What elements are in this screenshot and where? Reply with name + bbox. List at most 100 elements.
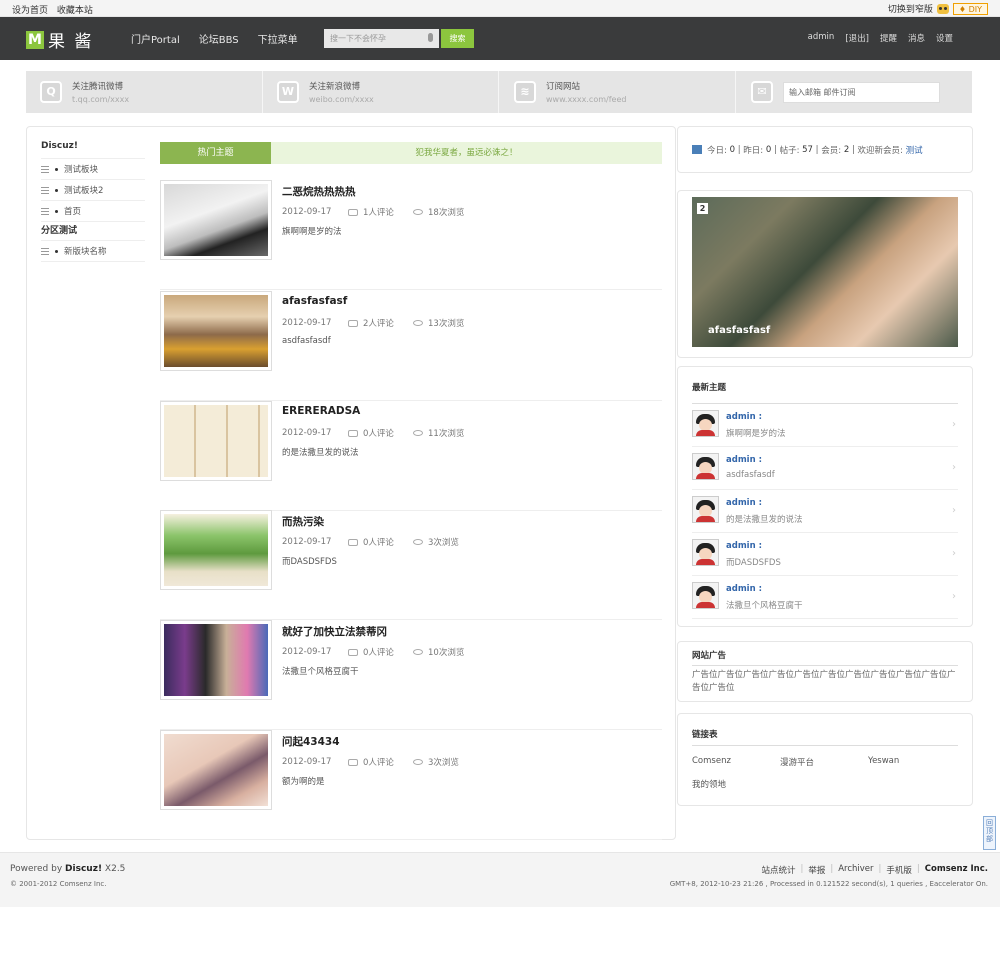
search-input[interactable]: 搜一下不会怀孕 [324,29,439,48]
post-thumbnail[interactable] [160,291,272,371]
footer-link-comsenz[interactable]: Comsenz Inc. [925,864,988,876]
post-title[interactable]: 问起43434 [282,734,340,749]
nav-bbs[interactable]: 论坛BBS [199,31,239,46]
list-item[interactable]: admin : 而DASDSFDS › [692,533,958,576]
latest-user[interactable]: admin : [726,584,762,594]
link-yeswan[interactable]: Yeswan [868,756,956,768]
sidebar-item-test-board-2[interactable]: 测试板块2 [41,180,145,201]
list-item[interactable]: admin : 旗啊啊是岁的法 › [692,404,958,447]
post-thumbnail[interactable] [160,510,272,590]
logout-link[interactable]: [退出] [845,32,869,44]
post-comments[interactable]: 0人评论 [363,427,394,439]
link-manyou[interactable]: 漫游平台 [780,756,868,768]
reminders-link[interactable]: 提醒 [880,32,897,44]
post-thumbnail[interactable] [160,620,272,700]
mail-icon: ✉ [751,81,773,103]
footer-link-archiver[interactable]: Archiver [838,864,873,876]
links-box: 链接表 Comsenz 漫游平台 Yeswan 我的领地 [677,713,973,806]
list-icon [41,207,49,215]
slide-number[interactable]: 2 [697,203,708,214]
chevron-right-icon: › [952,548,956,559]
diy-button[interactable]: ♦ DIY [952,2,988,15]
latest-text[interactable]: 的是法撒旦发的说法 [726,513,803,525]
sidebar-section-partition-test[interactable]: 分区测试 [41,222,145,241]
footer-link-report[interactable]: 举报 [808,864,825,876]
post-comments[interactable]: 0人评论 [363,756,394,768]
eye-icon [413,320,423,326]
post-views: 3次浏览 [428,538,459,548]
latest-user[interactable]: admin : [726,498,762,508]
post-comments[interactable]: 2人评论 [363,317,394,329]
divider [262,71,263,113]
email-subscribe-input[interactable]: 输入邮箱 邮件订阅 [783,81,940,103]
main-navbar: M 果 酱 门户Portal 论坛BBS 下拉菜单 搜一下不会怀孕 搜索 adm… [0,17,1000,60]
subscribe-feed[interactable]: ≋ 订阅网站 www.xxxx.com/feed [514,71,626,113]
sidebar-item-test-board[interactable]: 测试板块 [41,159,145,180]
settings-link[interactable]: 设置 [936,32,953,44]
post-thumbnail[interactable] [160,401,272,481]
hot-slogan: 犯我华夏者，虽远必诛之！ [415,148,518,158]
sidebar-item-home[interactable]: 首页 [41,201,145,222]
post-date: 2012-09-17 [282,647,332,657]
latest-text[interactable]: 旗啊啊是岁的法 [726,427,786,439]
post-title[interactable]: 二恶烷热热热热 [282,184,356,199]
footer-links: 站点统计 | 举报 | Archiver | 手机版 | Comsenz Inc. [761,864,988,876]
nav-portal[interactable]: 门户Portal [131,31,180,46]
stats-posts: 57 [802,144,813,155]
sidebar-item-label: 新版块名称 [64,247,107,257]
link-comsenz[interactable]: Comsenz [692,756,780,768]
post-comments[interactable]: 0人评论 [363,536,394,548]
list-item[interactable]: admin : 的是法撒旦发的说法 › [692,490,958,533]
post-thumbnail[interactable] [160,730,272,810]
post-title[interactable]: ERERERADSA [282,405,360,417]
back-to-top-button[interactable]: 回顶部 [983,816,996,850]
rss-icon: ≋ [514,81,536,103]
latest-text[interactable]: asdfasfasdf [726,470,775,480]
discuz-link[interactable]: Discuz! [65,864,102,874]
set-homepage-link[interactable]: 设为首页 [12,6,48,16]
list-item[interactable]: admin : asdfasfasdf › [692,447,958,490]
site-logo[interactable]: M 果 酱 [26,27,93,52]
list-item[interactable]: admin : 法撒旦个风格豆腐干 › [692,576,958,619]
footer-link-stats[interactable]: 站点统计 [761,864,795,876]
sidebar-section-discuz[interactable]: Discuz! [41,141,145,159]
post-item: 问起43434 2012-09-17 0人评论 3次浏览 额为啊的是 [160,730,662,840]
sidebar-item-new-board[interactable]: 新版块名称 [41,241,145,262]
site-ads-content[interactable]: 广告位广告位广告位广告位广告位广告位广告位广告位广告位广告位广告位广告位 [692,669,958,695]
latest-user[interactable]: admin : [726,541,762,551]
post-views: 13次浏览 [428,319,465,329]
microphone-icon[interactable] [428,33,433,42]
comment-icon [348,758,358,766]
post-title[interactable]: 就好了加快立法禁蒂冈 [282,624,387,639]
latest-user[interactable]: admin : [726,455,762,465]
search-button[interactable]: 搜索 [441,29,474,48]
logo-text: 果 酱 [48,32,94,52]
new-member-link[interactable]: 测试 [906,144,923,156]
nav-dropdown[interactable]: 下拉菜单 [258,31,298,46]
latest-user[interactable]: admin : [726,412,762,422]
tab-hot-topics[interactable]: 热门主题 [160,142,271,164]
follow-tencent[interactable]: Q 关注腾讯微博 t.qq.com/xxxx [40,71,129,113]
switch-width-link[interactable]: 切换到窄版 [888,2,933,15]
post-title[interactable]: 而热污染 [282,514,324,529]
latest-text[interactable]: 法撒旦个风格豆腐干 [726,599,803,611]
eye-icon [413,430,423,436]
post-item: 而热污染 2012-09-17 0人评论 3次浏览 而DASDSFDS [160,510,662,620]
post-title[interactable]: afasfasfasf [282,295,347,307]
footer-link-mobile[interactable]: 手机版 [886,864,912,876]
post-date: 2012-09-17 [282,757,332,767]
bookmark-link[interactable]: 收藏本站 [57,6,93,16]
post-thumbnail[interactable] [160,180,272,260]
username-link[interactable]: admin [808,32,835,44]
link-my-territory[interactable]: 我的领地 [692,778,780,790]
messages-link[interactable]: 消息 [908,32,925,44]
avatar [692,453,719,480]
post-excerpt: 额为啊的是 [282,777,325,787]
latest-text[interactable]: 而DASDSFDS [726,556,781,568]
post-comments[interactable]: 1人评论 [363,206,394,218]
comment-icon [348,319,358,327]
footer: Powered by Discuz! X2.5 © 2001-2012 Coms… [0,852,1000,907]
stats-members: 2 [843,144,850,155]
follow-sina[interactable]: W 关注新浪微博 weibo.com/xxxx [277,71,374,113]
post-comments[interactable]: 0人评论 [363,646,394,658]
